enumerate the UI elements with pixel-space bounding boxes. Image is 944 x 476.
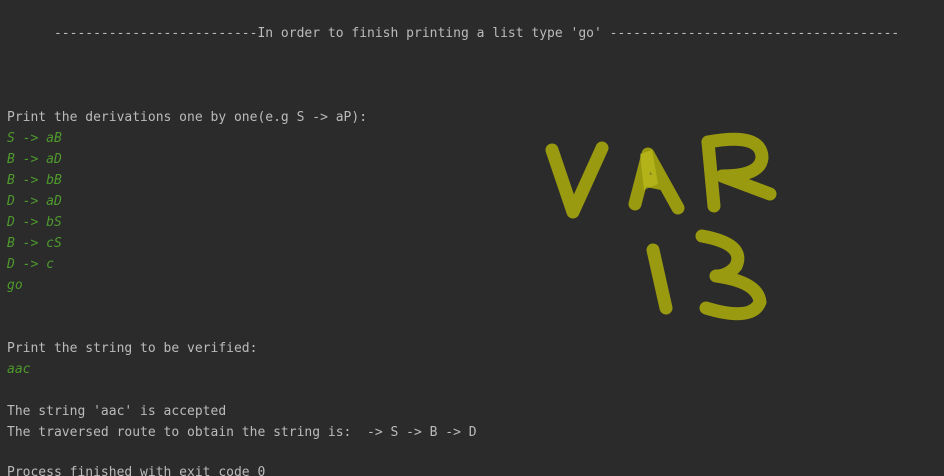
route-line: The traversed route to obtain the string… xyxy=(7,425,477,440)
derivation-input-line: B -> bB xyxy=(7,173,62,188)
console-output: --------------------------In order to fi… xyxy=(0,0,944,476)
derivation-input-line: S -> aB xyxy=(7,131,62,146)
derivation-input-line: D -> c xyxy=(7,257,54,272)
banner-line: --------------------------In order to fi… xyxy=(7,26,900,41)
handwritten-var13-annotation xyxy=(545,132,777,321)
exit-line: Process finished with exit code 0 xyxy=(7,465,266,476)
string-input-line: aac xyxy=(7,362,31,377)
string-prompt: Print the string to be verified: xyxy=(7,341,258,356)
derivation-input-line: B -> aD xyxy=(7,152,62,167)
derivation-input-line: B -> cS xyxy=(7,236,62,251)
go-input-line: go xyxy=(7,278,23,293)
derivations-prompt: Print the derivations one by one(e.g S -… xyxy=(7,110,368,125)
derivation-input-line: D -> aD xyxy=(7,194,62,209)
derivation-input-line: D -> bS xyxy=(7,215,62,230)
result-line: The string 'aac' is accepted xyxy=(7,404,227,419)
